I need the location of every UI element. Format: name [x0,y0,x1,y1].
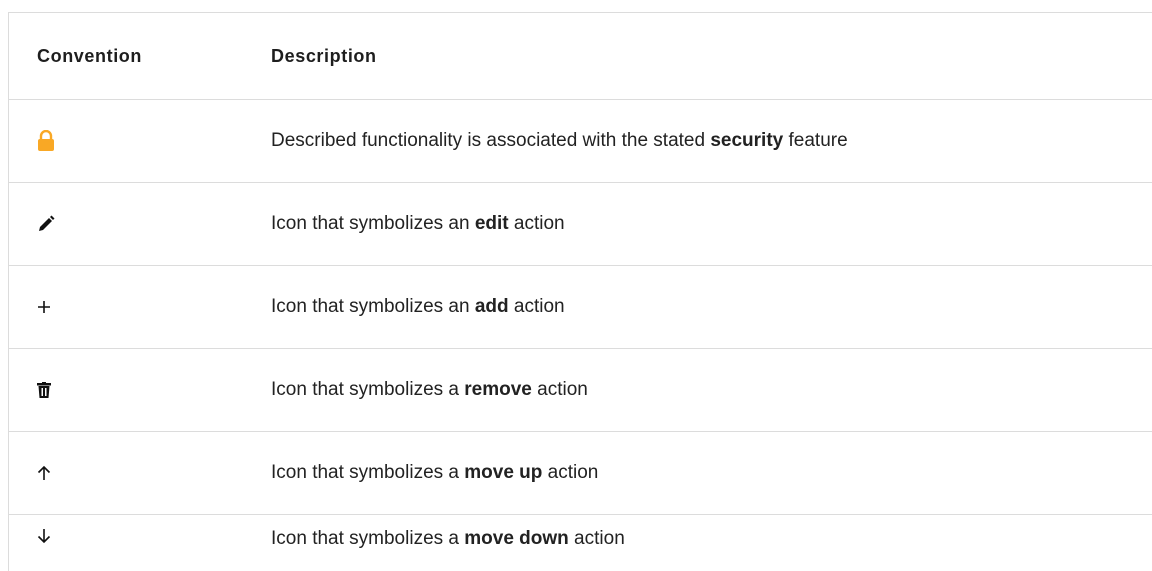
description-text: action [568,528,625,549]
table-row: Icon that symbolizes an add action [9,266,1152,349]
description-text: Icon that symbolizes an [271,296,475,317]
description-cell: Icon that symbolizes a move up action [271,462,1152,484]
description-text: action [508,296,565,317]
description-text: Icon that symbolizes a [271,379,465,400]
arrow-up-icon [37,465,51,481]
trash-icon [37,382,51,398]
lock-icon [37,129,55,152]
convention-cell [9,528,271,544]
description-cell: Icon that symbolizes a remove action [271,379,1152,401]
description-cell: Icon that symbolizes an add action [271,296,1152,318]
pencil-icon [37,215,55,233]
description-text: Icon that symbolizes a [271,462,465,483]
description-cell: Described functionality is associated wi… [271,130,1152,152]
table-header-row: Convention Description [9,13,1152,100]
convention-cell [9,382,271,398]
description-keyword: edit [474,213,509,234]
description-text: Described functionality is associated wi… [271,130,711,151]
description-text: action [531,379,588,400]
column-header-convention: Convention [37,45,142,66]
table-row: Described functionality is associated wi… [9,100,1152,183]
description-text: action [508,213,565,234]
table-row: Icon that symbolizes a remove action [9,349,1152,432]
table-row: Icon that symbolizes a move down action [9,515,1152,571]
column-header-description: Description [271,45,377,66]
description-keyword: add [474,296,509,317]
convention-cell [9,215,271,233]
description-keyword: security [710,130,784,151]
conventions-table: Convention Description Described functio… [8,12,1152,571]
description-text: action [542,462,599,483]
convention-cell [9,129,271,152]
description-text: feature [783,130,848,151]
description-text: Icon that symbolizes a [271,528,465,549]
arrow-down-icon [37,528,51,544]
description-keyword: remove [464,379,532,400]
description-text: Icon that symbolizes an [271,213,475,234]
description-keyword: move down [464,528,569,549]
description-keyword: move up [464,462,543,483]
convention-cell [9,300,271,314]
table-row: Icon that symbolizes a move up action [9,432,1152,515]
table-row: Icon that symbolizes an edit action [9,183,1152,266]
description-cell: Icon that symbolizes a move down action [271,528,1152,550]
convention-cell [9,465,271,481]
description-cell: Icon that symbolizes an edit action [271,213,1152,235]
plus-icon [37,300,51,314]
